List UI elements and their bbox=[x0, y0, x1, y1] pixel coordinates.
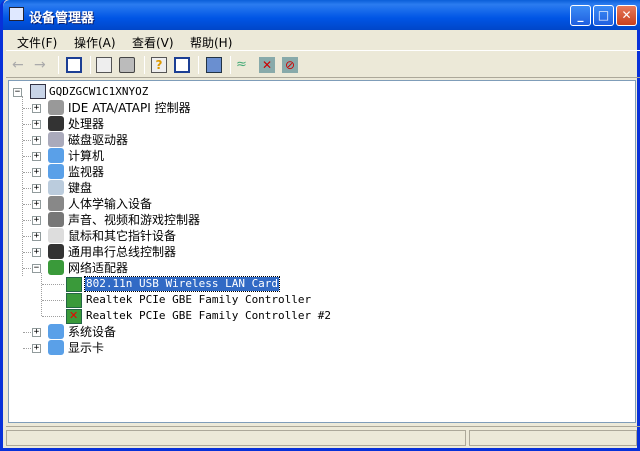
menu-help[interactable]: 帮助(H) bbox=[190, 34, 232, 51]
expand-icon[interactable]: + bbox=[32, 152, 41, 161]
print-icon[interactable] bbox=[119, 57, 135, 73]
computer-icon bbox=[30, 84, 46, 99]
category-label: 处理器 bbox=[68, 117, 105, 131]
mouse-icon bbox=[48, 228, 64, 243]
maximize-button[interactable]: □ bbox=[593, 5, 614, 26]
forward-icon[interactable]: → bbox=[34, 57, 50, 73]
computer-icon bbox=[48, 148, 64, 163]
sound-icon bbox=[48, 212, 64, 227]
category-label: 磁盘驱动器 bbox=[68, 133, 129, 147]
device-manager-window: 设备管理器 _ □ ✕ 文件(F) 操作(A) 查看(V) 帮助(H) ← → … bbox=[0, 0, 640, 451]
expand-icon[interactable]: + bbox=[32, 168, 41, 177]
show-hide-action-pane-icon[interactable] bbox=[174, 57, 190, 73]
expand-icon[interactable]: + bbox=[32, 344, 41, 353]
uninstall-icon[interactable]: ✕ bbox=[259, 57, 275, 73]
expand-icon[interactable]: + bbox=[32, 248, 41, 257]
expand-icon[interactable]: + bbox=[32, 184, 41, 193]
window-title: 设备管理器 bbox=[29, 11, 95, 26]
show-hide-console-tree-icon[interactable] bbox=[66, 57, 82, 73]
disable-icon[interactable]: ⊘ bbox=[282, 57, 298, 73]
expand-icon[interactable]: + bbox=[32, 136, 41, 145]
network-adapter-icon bbox=[48, 260, 64, 275]
category-label: 鼠标和其它指针设备 bbox=[68, 229, 177, 243]
minimize-button[interactable]: _ bbox=[570, 5, 591, 26]
category-label: 通用串行总线控制器 bbox=[68, 245, 177, 259]
category-label: 系统设备 bbox=[68, 325, 117, 339]
display-adapter-icon bbox=[48, 340, 64, 355]
network-adapter-icon bbox=[66, 293, 82, 308]
collapse-icon[interactable]: − bbox=[32, 264, 41, 273]
expand-icon[interactable]: + bbox=[32, 104, 41, 113]
device-label: Realtek PCIe GBE Family Controller bbox=[86, 293, 312, 306]
processor-icon bbox=[48, 116, 64, 131]
menu-view[interactable]: 查看(V) bbox=[132, 34, 174, 51]
category-label: 人体学输入设备 bbox=[68, 197, 153, 211]
network-adapter-icon bbox=[66, 277, 82, 292]
properties-icon[interactable] bbox=[96, 57, 112, 73]
category-label: 键盘 bbox=[68, 181, 93, 195]
disk-drive-icon bbox=[48, 132, 64, 147]
expand-icon[interactable]: + bbox=[32, 120, 41, 129]
toolbar: ← → ? ≈ ✕ ⊘ bbox=[6, 52, 640, 78]
device-tree[interactable]: − GQDZGCW1C1XNYOZ + IDE ATA/ATAPI 控制器 + 处理器… bbox=[8, 80, 636, 423]
device-label: 802.11n USB Wireless LAN Card bbox=[83, 276, 281, 292]
category-label: 监视器 bbox=[68, 165, 105, 179]
device-manager-icon bbox=[9, 7, 24, 21]
close-button[interactable]: ✕ bbox=[616, 5, 637, 26]
keyboard-icon bbox=[48, 180, 64, 195]
system-device-icon bbox=[48, 324, 64, 339]
title-bar[interactable]: 设备管理器 _ □ ✕ bbox=[3, 0, 640, 30]
root-label: GQDZGCW1C1XNYOZ bbox=[49, 85, 149, 98]
category-label: 显示卡 bbox=[68, 341, 105, 355]
expand-icon[interactable]: + bbox=[32, 216, 41, 225]
scan-hardware-icon[interactable] bbox=[206, 57, 222, 73]
network-adapter-disabled-icon: ✕ bbox=[66, 309, 82, 324]
expand-icon[interactable]: + bbox=[32, 232, 41, 241]
collapse-icon[interactable]: − bbox=[13, 88, 22, 97]
status-bar bbox=[6, 426, 640, 448]
category-label: 网络适配器 bbox=[68, 261, 129, 275]
expand-icon[interactable]: + bbox=[32, 200, 41, 209]
category-label: 声音、视频和游戏控制器 bbox=[68, 213, 201, 227]
help-icon[interactable]: ? bbox=[151, 57, 167, 73]
update-driver-icon[interactable]: ≈ bbox=[236, 57, 252, 73]
hid-icon bbox=[48, 196, 64, 211]
status-pane bbox=[6, 430, 466, 446]
category-label: IDE ATA/ATAPI 控制器 bbox=[68, 101, 191, 115]
device-label: Realtek PCIe GBE Family Controller #2 bbox=[86, 309, 332, 322]
usb-icon bbox=[48, 244, 64, 259]
back-icon[interactable]: ← bbox=[12, 57, 28, 73]
category-label: 计算机 bbox=[68, 149, 105, 163]
menu-bar: 文件(F) 操作(A) 查看(V) 帮助(H) bbox=[6, 30, 640, 51]
status-pane bbox=[469, 430, 637, 446]
expand-icon[interactable]: + bbox=[32, 328, 41, 337]
ide-controller-icon bbox=[48, 100, 64, 115]
monitor-icon bbox=[48, 164, 64, 179]
menu-file[interactable]: 文件(F) bbox=[17, 34, 57, 51]
menu-action[interactable]: 操作(A) bbox=[74, 34, 116, 51]
